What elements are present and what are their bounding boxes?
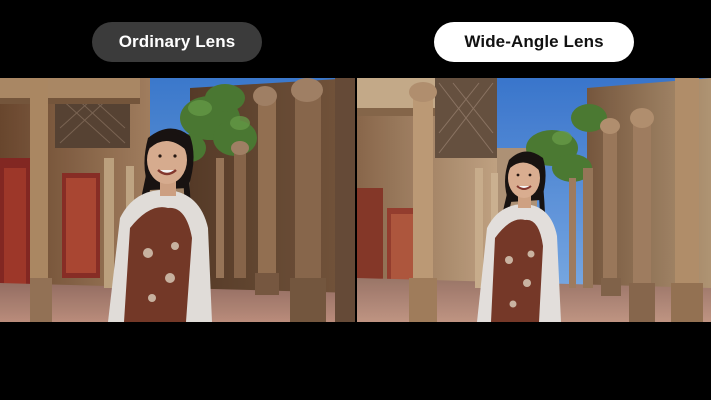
ordinary-lens-photo <box>0 78 355 322</box>
wide-angle-lens-photo <box>357 78 711 322</box>
comparison-frame: Ordinary Lens Wide-Angle Lens <box>0 0 711 400</box>
ordinary-lens-label: Ordinary Lens <box>92 22 262 62</box>
wide-angle-lens-label: Wide-Angle Lens <box>434 22 634 62</box>
